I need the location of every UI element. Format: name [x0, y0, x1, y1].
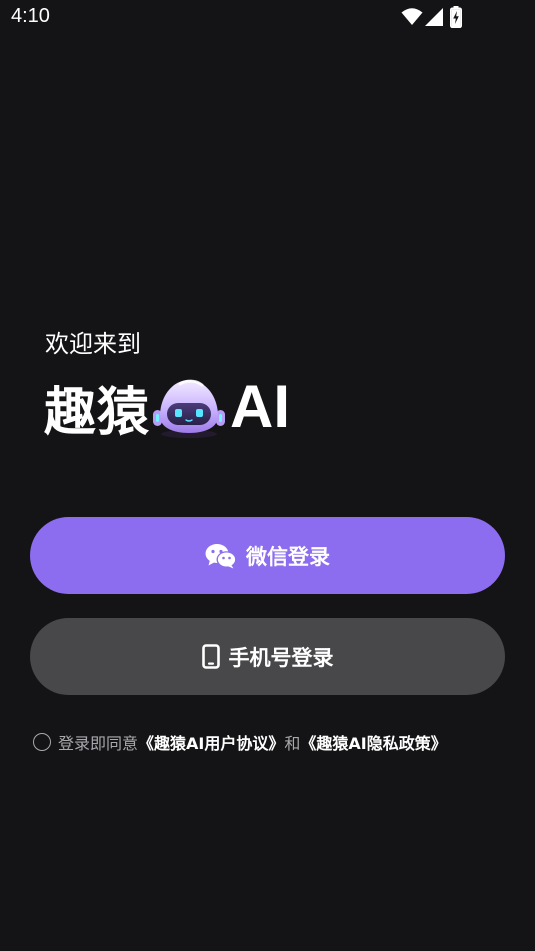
battery-charging-icon	[450, 6, 462, 28]
status-time: 4:10	[11, 5, 50, 27]
agreement-prefix: 登录即同意	[58, 734, 139, 753]
status-bar: 4:10	[0, 0, 535, 34]
cellular-signal-icon	[425, 8, 443, 26]
agreement-conjunction: 和	[284, 734, 301, 753]
mobile-phone-icon	[201, 644, 220, 669]
brand-ai: AI	[230, 373, 291, 440]
wechat-login-label: 微信登录	[246, 544, 330, 569]
agreement-row: 登录即同意 《趣猿AI用户协议》 和 《趣猿AI隐私政策》	[33, 730, 447, 754]
phone-login-label: 手机号登录	[228, 645, 334, 670]
privacy-policy-link[interactable]: 《趣猿AI隐私政策》	[300, 730, 446, 754]
agreement-checkbox[interactable]	[33, 733, 51, 751]
wechat-login-button[interactable]: 微信登录	[30, 517, 505, 594]
welcome-greeting: 欢迎来到	[45, 330, 141, 358]
robot-mascot-icon	[153, 379, 226, 438]
brand-title: 趣猿 AI	[44, 370, 290, 444]
wifi-icon	[401, 8, 423, 25]
phone-login-button[interactable]: 手机号登录	[30, 618, 505, 695]
user-agreement-link[interactable]: 《趣猿AI用户协议》	[138, 730, 284, 754]
wechat-icon	[205, 543, 237, 569]
brand-name: 趣猿	[44, 382, 151, 443]
